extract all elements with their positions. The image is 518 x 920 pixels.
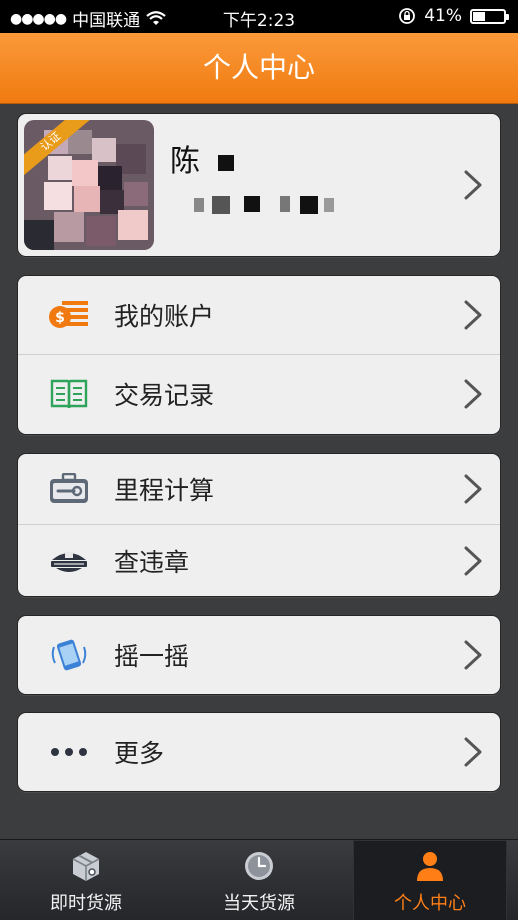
finance-menu-card: $ 我的账户 交易记录 — [17, 275, 501, 435]
menu-item-mileage[interactable]: 里程计算 — [18, 454, 500, 524]
tab-instant-cargo[interactable]: 即时货源 — [0, 840, 172, 920]
title-bar: 个人中心 — [0, 33, 518, 104]
ledger-book-icon — [46, 374, 92, 414]
profile-card[interactable]: 认证 陈 — [17, 113, 501, 257]
toolbox-icon — [46, 469, 92, 509]
tools-menu-card: 里程计算 查违章 — [17, 453, 501, 597]
police-cap-icon — [46, 541, 92, 581]
profile-info-redacted — [194, 196, 344, 214]
chevron-right-icon — [464, 737, 482, 767]
shake-menu-card: 摇一摇 — [17, 615, 501, 695]
profile-name: 陈 — [170, 144, 200, 179]
chevron-right-icon — [464, 379, 482, 409]
battery-level — [473, 11, 486, 21]
tab-label-personal-center: 个人中心 — [394, 893, 466, 914]
chevron-right-icon — [464, 546, 482, 575]
chevron-right-icon — [464, 300, 482, 330]
money-icon: $ — [46, 295, 92, 335]
menu-item-my-account[interactable]: $ 我的账户 — [18, 276, 500, 354]
tab-label-today-cargo: 当天货源 — [223, 893, 295, 914]
tab-personal-center[interactable]: 个人中心 — [353, 840, 507, 920]
menu-label-shake: 摇一摇 — [114, 642, 190, 671]
menu-item-shake[interactable]: 摇一摇 — [18, 616, 500, 694]
menu-label-transactions: 交易记录 — [114, 381, 215, 410]
chevron-right-icon — [464, 640, 482, 670]
chevron-right-icon — [464, 170, 482, 200]
more-dots-icon — [46, 732, 92, 772]
profile-name-row: 陈 — [170, 136, 234, 180]
avatar[interactable]: 认证 — [24, 120, 154, 250]
more-menu-card: 更多 — [17, 712, 501, 792]
menu-label-my-account: 我的账户 — [114, 302, 215, 331]
clock-icon — [173, 850, 345, 882]
menu-label-mileage: 里程计算 — [114, 476, 215, 505]
person-icon — [353, 850, 507, 882]
tab-label-instant-cargo: 即时货源 — [50, 893, 122, 914]
menu-label-more: 更多 — [114, 739, 165, 768]
tab-today-cargo[interactable]: 当天货源 — [173, 840, 345, 920]
rotation-lock-icon — [399, 8, 416, 24]
shake-phone-icon — [46, 635, 92, 675]
tab-bar: 即时货源 当天货源 个人中心 — [0, 839, 518, 920]
content-area: 认证 陈 $ 我的账户 交易记录 里程计算 查违章 摇一摇 更多 — [0, 104, 518, 839]
menu-item-violations[interactable]: 查违章 — [18, 524, 500, 596]
page-title: 个人中心 — [202, 51, 315, 84]
svg-text:$: $ — [55, 310, 65, 326]
battery-icon — [470, 8, 509, 24]
package-icon — [0, 850, 172, 882]
battery-percent: 41% — [424, 6, 462, 26]
chevron-right-icon — [464, 474, 482, 504]
status-bar: ●●●●● 中国联通 下午2:23 41% — [0, 0, 518, 33]
menu-label-violations: 查违章 — [114, 547, 190, 577]
redaction-mark — [217, 155, 234, 171]
menu-item-more[interactable]: 更多 — [18, 713, 500, 791]
menu-item-transactions[interactable]: 交易记录 — [18, 354, 500, 433]
